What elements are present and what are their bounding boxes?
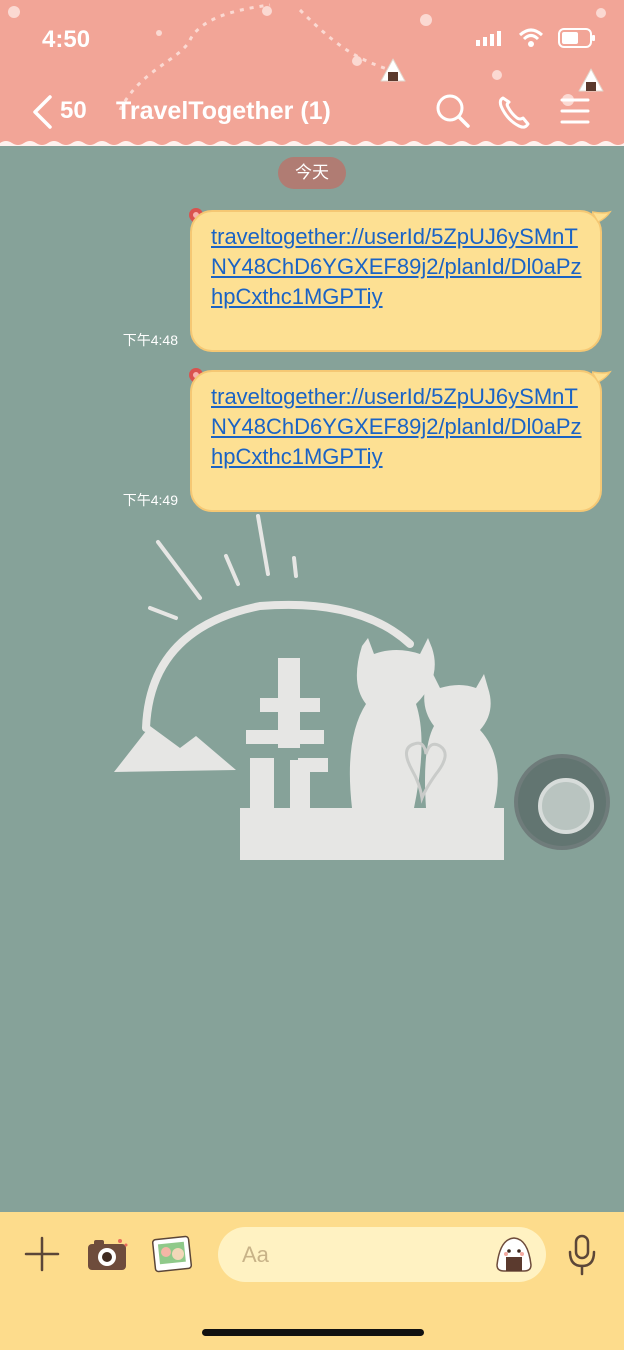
message-link[interactable]: traveltogether://userId/5ZpUJ6ySMnTNY48C…: [211, 382, 582, 472]
nav-bar: 50 TravelTogether (1): [0, 88, 624, 136]
message-item: traveltogether://userId/5ZpUJ6ySMnTNY48C…: [0, 368, 624, 512]
back-icon[interactable]: [30, 94, 54, 130]
chat-title: TravelTogether (1): [116, 97, 331, 125]
menu-icon[interactable]: [560, 92, 590, 132]
signal-icon: [476, 31, 501, 46]
search-icon[interactable]: [434, 92, 472, 132]
plus-icon[interactable]: [24, 1236, 60, 1272]
message-input[interactable]: [240, 1235, 494, 1275]
status-icons: [476, 28, 596, 48]
wifi-icon: [518, 28, 544, 47]
message-time: 下午4:49: [122, 492, 178, 508]
decor-dot: [420, 14, 432, 26]
unread-count[interactable]: 50: [60, 97, 87, 125]
message-input-field[interactable]: [218, 1227, 546, 1282]
decor-dot: [8, 6, 20, 18]
logo-sticker-image[interactable]: [110, 508, 510, 868]
battery-icon: [558, 28, 595, 48]
date-chip: 今天: [278, 157, 346, 189]
decor-dot: [492, 70, 502, 80]
message-item: traveltogether://userId/5ZpUJ6ySMnTNY48C…: [0, 208, 624, 352]
status-time: 4:50: [42, 26, 91, 53]
camera-icon[interactable]: [86, 1236, 130, 1272]
assistive-touch-button[interactable]: [514, 754, 610, 850]
decor-dot: [596, 8, 606, 18]
message-time: 下午4:48: [122, 332, 178, 348]
home-indicator: [202, 1329, 424, 1336]
message-link[interactable]: traveltogether://userId/5ZpUJ6ySMnTNY48C…: [211, 222, 582, 312]
bubble-tail: [592, 370, 612, 383]
message-bubble[interactable]: traveltogether://userId/5ZpUJ6ySMnTNY48C…: [190, 370, 602, 512]
mic-icon[interactable]: [566, 1234, 598, 1276]
onigiri-decor-icon: [380, 58, 406, 82]
bubble-tail: [592, 210, 612, 223]
emoji-icon[interactable]: [494, 1235, 534, 1275]
image-icon[interactable]: [150, 1234, 196, 1274]
chat-header: 4:50 50 TravelTogether (1): [0, 0, 624, 146]
input-bar: [0, 1212, 624, 1350]
message-bubble[interactable]: traveltogether://userId/5ZpUJ6ySMnTNY48C…: [190, 210, 602, 352]
phone-icon[interactable]: [497, 92, 531, 132]
header-edge: [0, 141, 624, 146]
